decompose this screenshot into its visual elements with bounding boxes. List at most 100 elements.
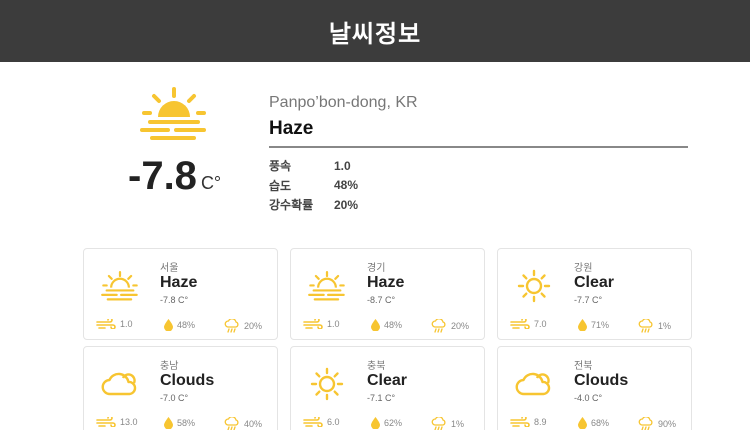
rain-stat: 40% — [224, 417, 262, 430]
stat-value: 1.0 — [334, 158, 351, 173]
region-name: 경기 — [367, 263, 386, 274]
region-card-gangwon[interactable]: 강원 Clear -7.7 C° 7.0 71% 1% — [497, 248, 692, 340]
region-name: 충남 — [160, 361, 179, 372]
region-condition: Haze — [160, 274, 198, 291]
sun-icon — [514, 269, 554, 303]
haze-icon — [100, 269, 140, 303]
stat-row-precipitation: 강수확률 20% — [269, 195, 688, 215]
humidity-value: 58% — [177, 418, 196, 428]
wind-icon — [96, 319, 116, 329]
droplet-icon — [164, 319, 173, 331]
rain-stat: 1% — [431, 417, 464, 430]
wind-icon — [303, 319, 323, 329]
region-card-gyeonggi[interactable]: 경기 Haze -8.7 C° 1.0 48% 20% — [290, 248, 485, 340]
cloud-icon — [514, 367, 554, 401]
stat-label: 강수확률 — [269, 198, 314, 213]
region-temperature: -7.7 C° — [574, 295, 603, 305]
rain-cloud-icon — [224, 417, 239, 430]
droplet-icon — [371, 319, 380, 331]
cloud-icon — [100, 367, 140, 401]
region-condition: Clear — [574, 274, 615, 291]
region-temperature: -4.0 C° — [574, 393, 603, 403]
humidity-stat: 71% — [578, 319, 609, 331]
region-card-chungnam[interactable]: 충남 Clouds -7.0 C° 13.0 58% 40% — [83, 346, 278, 430]
wind-value: 8.9 — [534, 417, 547, 427]
region-temperature: -7.8 C° — [160, 295, 189, 305]
sun-icon — [307, 367, 347, 401]
current-temperature: -7.8 C° — [128, 154, 221, 199]
current-weather-info: Panpo’bon-dong, KR Haze 풍속 1.0 습도 48% 강수… — [269, 94, 688, 215]
rain-value: 1% — [451, 419, 465, 429]
region-stats: 6.0 62% 1% — [303, 417, 474, 430]
wind-value: 7.0 — [534, 319, 547, 329]
droplet-icon — [371, 417, 380, 429]
wind-stat: 1.0 — [96, 319, 133, 329]
current-stats: 풍속 1.0 습도 48% 강수확률 20% — [269, 156, 688, 215]
current-temp-unit: C° — [200, 173, 222, 193]
wind-stat: 13.0 — [96, 417, 138, 427]
region-stats: 13.0 58% 40% — [96, 417, 267, 430]
stat-row-wind: 풍속 1.0 — [269, 156, 688, 176]
stat-label: 습도 — [269, 178, 292, 193]
humidity-value: 48% — [177, 320, 196, 330]
rain-stat: 20% — [431, 319, 469, 333]
wind-stat: 7.0 — [510, 319, 547, 329]
region-stats: 1.0 48% 20% — [303, 319, 474, 333]
region-name: 강원 — [574, 263, 593, 274]
region-card-chungbuk[interactable]: 충북 Clear -7.1 C° 6.0 62% 1% — [290, 346, 485, 430]
stat-value: 48% — [334, 178, 359, 193]
region-name: 전북 — [574, 361, 593, 372]
region-card-seoul[interactable]: 서울 Haze -7.8 C° 1.0 48% 20% — [83, 248, 278, 340]
wind-stat: 1.0 — [303, 319, 340, 329]
condition-label: Haze — [269, 118, 688, 148]
region-temperature: -7.0 C° — [160, 393, 189, 403]
droplet-icon — [578, 417, 587, 429]
humidity-stat: 62% — [371, 417, 402, 429]
rain-cloud-icon — [431, 319, 446, 333]
wind-value: 1.0 — [120, 319, 133, 329]
rain-cloud-icon — [638, 417, 653, 430]
region-condition: Clear — [367, 372, 408, 389]
droplet-icon — [164, 417, 173, 429]
wind-value: 6.0 — [327, 417, 340, 427]
rain-cloud-icon — [638, 319, 653, 333]
rain-value: 20% — [451, 321, 470, 331]
region-card-jeonbuk[interactable]: 전북 Clouds -4.0 C° 8.9 68% 90% — [497, 346, 692, 430]
wind-stat: 8.9 — [510, 417, 547, 427]
region-temperature: -7.1 C° — [367, 393, 396, 403]
header-bar: 날씨정보 — [0, 0, 750, 62]
humidity-value: 48% — [384, 320, 403, 330]
page-title: 날씨정보 — [328, 20, 422, 48]
region-stats: 1.0 48% 20% — [96, 319, 267, 333]
humidity-value: 71% — [591, 320, 610, 330]
stat-row-humidity: 습도 48% — [269, 176, 688, 196]
haze-icon — [307, 269, 347, 303]
region-name: 충북 — [367, 361, 386, 372]
region-name: 서울 — [160, 263, 179, 274]
wind-value: 1.0 — [327, 319, 340, 329]
humidity-value: 62% — [384, 418, 403, 428]
stat-value: 20% — [334, 197, 359, 212]
rain-cloud-icon — [431, 417, 446, 430]
region-temperature: -8.7 C° — [367, 295, 396, 305]
rain-stat: 1% — [638, 319, 671, 333]
wind-value: 13.0 — [120, 417, 138, 427]
humidity-stat: 48% — [164, 319, 195, 331]
current-temp-value: -7.8 — [128, 154, 197, 198]
rain-stat: 20% — [224, 319, 262, 333]
wind-icon — [96, 417, 116, 427]
rain-cloud-icon — [224, 319, 239, 333]
rain-stat: 90% — [638, 417, 676, 430]
rain-value: 1% — [658, 321, 672, 331]
rain-value: 20% — [244, 321, 263, 331]
wind-icon — [510, 417, 530, 427]
humidity-stat: 58% — [164, 417, 195, 429]
wind-stat: 6.0 — [303, 417, 340, 427]
haze-icon — [138, 86, 210, 142]
droplet-icon — [578, 319, 587, 331]
humidity-stat: 48% — [371, 319, 402, 331]
region-condition: Clouds — [574, 372, 629, 389]
stat-label: 풍속 — [269, 159, 292, 174]
rain-value: 90% — [658, 419, 677, 429]
rain-value: 40% — [244, 419, 263, 429]
